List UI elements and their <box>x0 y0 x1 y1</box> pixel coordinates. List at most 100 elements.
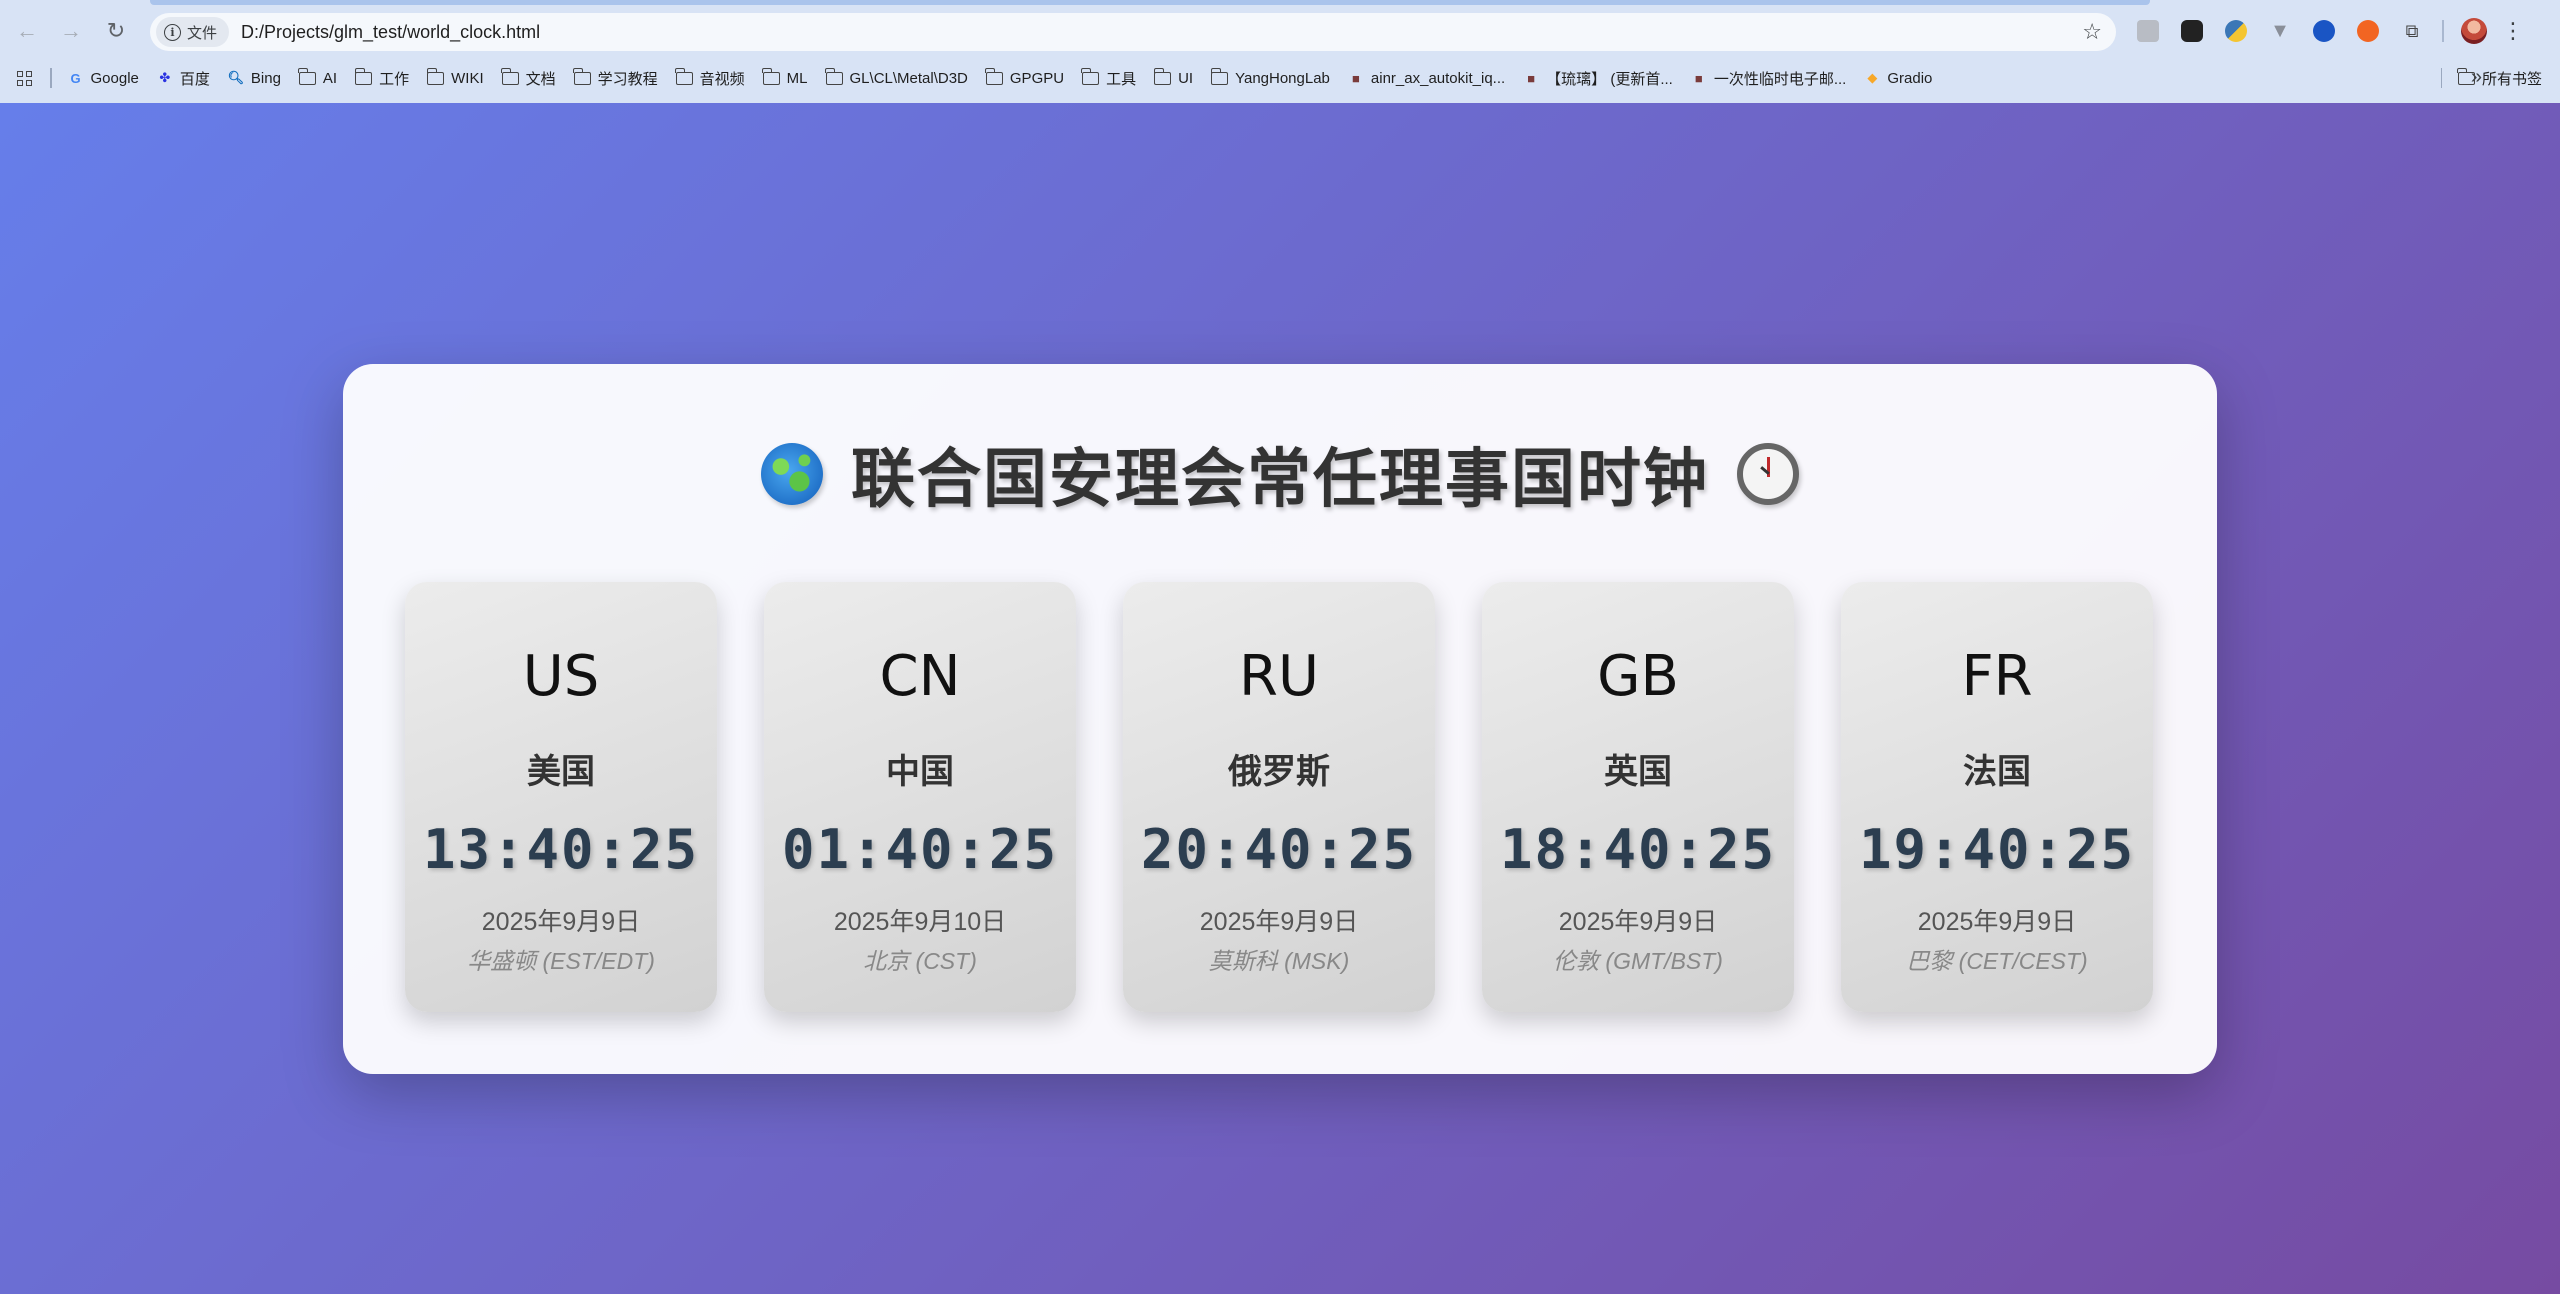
folder-icon <box>1081 67 1100 85</box>
clock-date: 2025年9月9日 <box>1199 908 1359 936</box>
bookmark-item[interactable]: 文档 <box>501 67 556 89</box>
clock-time: 18:40:25 <box>1499 818 1777 881</box>
bookmark-label: ainr_ax_autokit_iq... <box>1370 69 1506 87</box>
bookmark-item[interactable]: ■ ainr_ax_autokit_iq... <box>1348 70 1505 87</box>
toolbar-separator <box>2442 20 2444 42</box>
extension-python-icon[interactable] <box>2220 15 2252 47</box>
browser-toolbar: ← → ↻ i 文件 D:/Projects/glm_test/world_cl… <box>0 6 2560 56</box>
clock-time: 13:40:25 <box>422 818 700 881</box>
bookmark-label: Google <box>90 69 139 87</box>
all-bookmarks-label: 所有书签 <box>2481 71 2542 88</box>
folder-icon <box>985 67 1003 85</box>
country-name: 美国 <box>527 752 595 792</box>
site-icon: ■ <box>1527 70 1536 86</box>
clock-time: 20:40:25 <box>1140 818 1418 881</box>
bookmark-item[interactable]: ■ 一次性临时电子邮... <box>1691 68 1847 89</box>
bookmark-item[interactable]: UI <box>1153 67 1194 87</box>
extensions-puzzle-icon[interactable]: ⧉ <box>2396 15 2428 47</box>
site-info-chip[interactable]: i 文件 <box>156 17 230 47</box>
clock-time: 01:40:25 <box>781 818 1059 881</box>
clock-date: 2025年9月9日 <box>481 908 641 936</box>
bookmark-item[interactable]: 音视频 <box>675 67 745 89</box>
active-tab-indicator <box>150 0 2150 5</box>
bookmark-item[interactable]: GL\CL\Metal\D3D <box>824 67 968 87</box>
bookmark-label: 百度 <box>179 70 210 88</box>
baidu-icon: ✤ <box>159 70 171 85</box>
bookmark-item[interactable]: YangHongLab <box>1210 67 1330 87</box>
clock-date: 2025年9月9日 <box>1917 908 2077 936</box>
bookmarks-bar: G Google ✤ 百度 🔍︎ Bing AI 工作 WIKI 文档 学习教程 音视频 ML GL\CL… <box>0 62 2560 94</box>
clock-icon <box>1737 443 1799 505</box>
info-icon: i <box>164 23 181 41</box>
bookmark-label: ML <box>786 69 808 87</box>
country-name: 英国 <box>1604 752 1672 792</box>
clock-card-ru: RU 俄罗斯 20:40:25 2025年9月9日 莫斯科 (MSK) <box>1123 582 1435 1012</box>
folder-icon <box>501 67 519 85</box>
all-bookmarks-button[interactable]: 所有书签 <box>2457 68 2542 89</box>
menu-kebab-icon[interactable]: ⋮ <box>2502 18 2524 44</box>
bookmark-label: Bing <box>250 69 281 87</box>
bookmark-label: UI <box>1178 69 1194 87</box>
google-icon: G <box>70 70 81 86</box>
country-name: 法国 <box>1963 752 2031 792</box>
back-button[interactable]: ← <box>10 14 44 48</box>
globe-icon <box>761 443 823 505</box>
folder-icon <box>824 67 843 85</box>
bookmark-item[interactable]: G Google <box>68 69 139 87</box>
gradio-icon: ◆ <box>1867 70 1878 85</box>
reload-button[interactable]: ↻ <box>99 14 133 48</box>
extension-image-icon[interactable] <box>2132 15 2164 47</box>
bookmark-list: G Google ✤ 百度 🔍︎ Bing AI 工作 WIKI 文档 学习教程 音视频 ML GL\CL… <box>68 67 1951 89</box>
country-code: CN <box>879 644 961 709</box>
bookmark-item[interactable]: 🔍︎ Bing <box>228 70 281 87</box>
bookmark-item[interactable]: 工具 <box>1081 67 1137 89</box>
clock-card-gb: GB 英国 18:40:25 2025年9月9日 伦敦 (GMT/BST) <box>1482 582 1794 1012</box>
url-text[interactable]: D:/Projects/glm_test/world_clock.html <box>241 22 540 43</box>
extension-orange-icon[interactable] <box>2352 15 2384 47</box>
country-code: FR <box>1961 644 2033 709</box>
bookmark-item[interactable]: ✤ 百度 <box>157 68 210 89</box>
country-code: GB <box>1597 644 1679 709</box>
bookmark-item[interactable]: 学习教程 <box>573 67 658 89</box>
folder-icon <box>1153 67 1172 85</box>
bookmark-item[interactable]: AI <box>298 67 337 87</box>
bookmark-label: 文档 <box>525 70 556 88</box>
page-background: 联合国安理会常任理事国时钟 US 美国 13:40:25 2025年9月9日 华盛顿 (… <box>0 103 2560 1294</box>
bookmark-item[interactable]: ◆ Gradio <box>1864 70 1932 87</box>
address-bar[interactable]: i 文件 D:/Projects/glm_test/world_clock.ht… <box>150 13 2116 51</box>
folder-icon <box>426 67 445 85</box>
clock-panel: 联合国安理会常任理事国时钟 US 美国 13:40:25 2025年9月9日 华盛顿 (… <box>343 364 2217 1074</box>
extension-vuetify-icon[interactable]: ▼ <box>2264 15 2296 47</box>
bookmark-item[interactable]: WIKI <box>426 67 484 87</box>
country-code: RU <box>1239 644 1319 709</box>
bookmark-item[interactable]: ML <box>762 67 808 87</box>
extension-triangle-icon[interactable] <box>2308 15 2340 47</box>
country-name: 中国 <box>886 752 954 792</box>
bookmarks-separator <box>50 68 52 88</box>
profile-avatar[interactable] <box>2458 15 2490 47</box>
bookmark-star-icon[interactable]: ☆ <box>2082 19 2102 45</box>
bookmark-item[interactable]: ■ 【琉璃】 (更新首... <box>1523 68 1673 89</box>
bookmark-label: 一次性临时电子邮... <box>1713 70 1847 88</box>
forward-button[interactable]: → <box>54 14 88 48</box>
extension-mask-icon[interactable] <box>2176 15 2208 47</box>
country-code: US <box>522 644 600 709</box>
bookmark-label: 学习教程 <box>597 70 658 88</box>
clock-cards: US 美国 13:40:25 2025年9月9日 华盛顿 (EST/EDT) CN 中国 01… <box>405 582 2155 1012</box>
clock-timezone: 莫斯科 (MSK) <box>1208 948 1350 974</box>
folder-icon <box>675 67 693 85</box>
clock-card-us: US 美国 13:40:25 2025年9月9日 华盛顿 (EST/EDT) <box>405 582 717 1012</box>
bookmark-item[interactable]: 工作 <box>354 67 409 89</box>
folder-icon <box>298 67 316 85</box>
country-name: 俄罗斯 <box>1228 752 1330 792</box>
clock-timezone: 北京 (CST) <box>863 948 977 974</box>
bookmark-label: GL\CL\Metal\D3D <box>849 69 968 87</box>
clock-time: 19:40:25 <box>1858 818 2136 881</box>
clock-date: 2025年9月10日 <box>833 908 1007 936</box>
apps-grid-icon[interactable] <box>17 70 32 86</box>
bookmark-label: 工具 <box>1106 70 1137 88</box>
bookmark-item[interactable]: GPGPU <box>985 67 1064 87</box>
folder-icon <box>762 67 780 85</box>
clock-timezone: 华盛顿 (EST/EDT) <box>467 948 655 974</box>
page-heading: 联合国安理会常任理事国时钟 <box>343 434 2217 517</box>
